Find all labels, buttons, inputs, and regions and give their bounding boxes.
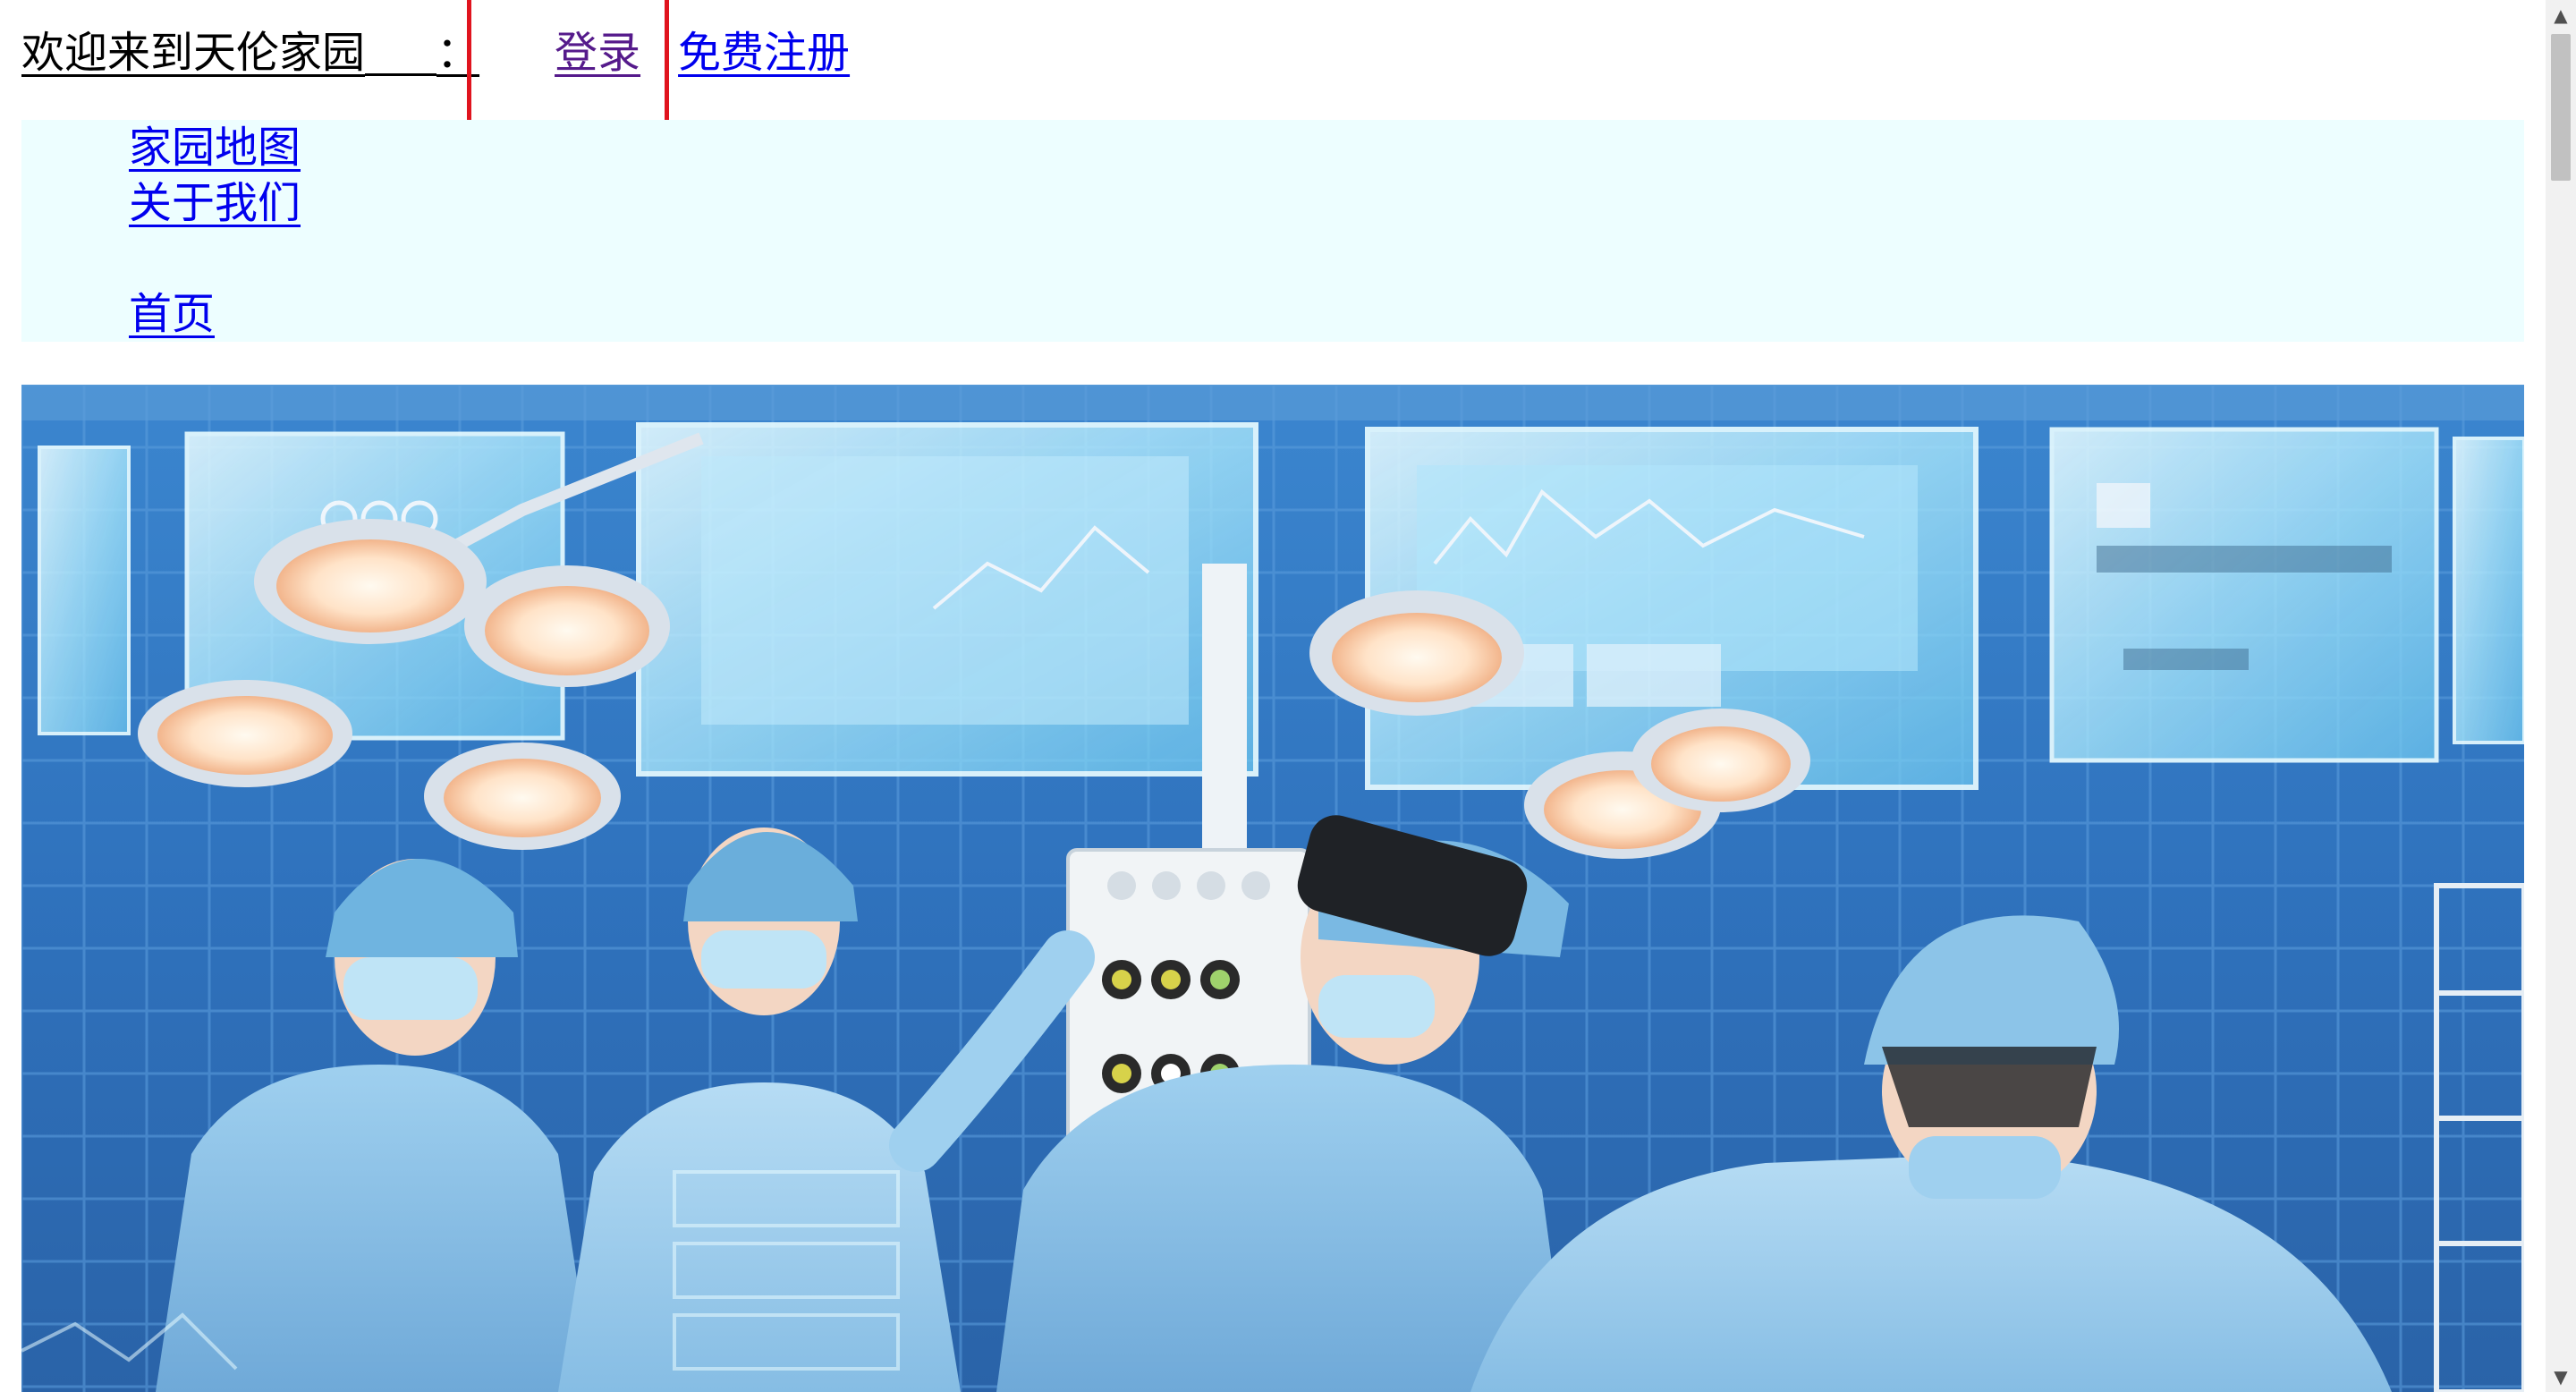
- nav-spacer: [129, 231, 301, 286]
- login-link[interactable]: 登录: [555, 21, 640, 84]
- surgery-illustration: [21, 385, 2524, 1392]
- register-link[interactable]: 免费注册: [678, 21, 850, 84]
- welcome-text: 欢迎来到天伦家园: [21, 28, 366, 78]
- nav-link-about[interactable]: 关于我们: [129, 178, 301, 228]
- hero-image: [21, 385, 2524, 1392]
- page: 欢迎来到天伦家园 ： 登录 免费注册 家园地图 关于我们 首页 ▲ ▼: [0, 0, 2576, 1392]
- vertical-scrollbar[interactable]: ▲ ▼: [2546, 0, 2576, 1392]
- triangle-up-icon[interactable]: ▲: [2546, 0, 2576, 30]
- nav-panel: 家园地图 关于我们 首页: [21, 120, 2524, 342]
- nav-link-map[interactable]: 家园地图: [129, 123, 301, 173]
- nav-link-home[interactable]: 首页: [129, 289, 215, 339]
- welcome-colon: ：: [436, 28, 480, 78]
- welcome-underline-gap: [365, 21, 437, 76]
- nav-item-map: 家园地图: [129, 120, 301, 175]
- nav-item-about: 关于我们: [129, 175, 301, 231]
- nav-item-home: 首页: [129, 286, 301, 342]
- triangle-down-icon[interactable]: ▼: [2546, 1362, 2576, 1392]
- top-bar: 欢迎来到天伦家园 ： 登录 免费注册: [21, 21, 850, 84]
- scrollbar-thumb[interactable]: [2551, 34, 2571, 181]
- nav-list: 家园地图 关于我们 首页: [129, 120, 301, 342]
